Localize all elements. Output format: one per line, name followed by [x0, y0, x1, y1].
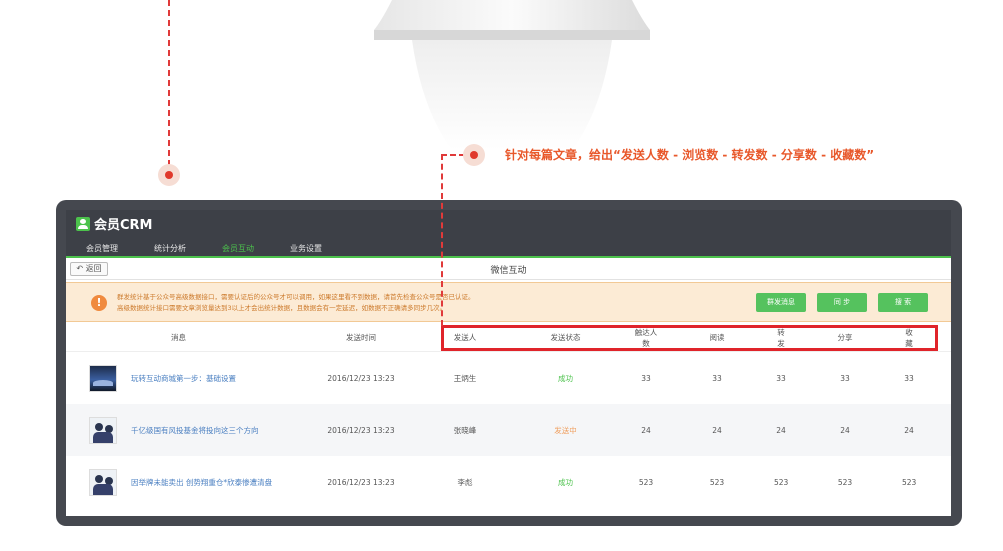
- send-status: 成功: [558, 477, 573, 487]
- message-table: 消息 发送时间 发送人 发送状态 触达人数 阅读 转发 分享 收藏 玩转互动商城…: [66, 324, 951, 508]
- exclamation-icon: !: [91, 295, 107, 311]
- dashed-connector-left: [168, 0, 170, 166]
- read-count: 523: [709, 477, 725, 487]
- app-window: 会员CRM 会员管理 统计分析 会员互动 业务设置 ↶ 返回 微信互动 ! 群发…: [56, 200, 962, 526]
- send-time: 2016/12/23 13:23: [327, 477, 395, 487]
- forward-count: 523: [774, 477, 789, 487]
- mass-send-button[interactable]: 群发消息: [756, 293, 806, 312]
- send-status: 成功: [558, 373, 573, 383]
- article-title-link[interactable]: 因举牌未能卖出 创势翔重仓*欣泰惨遭清盘: [131, 477, 272, 488]
- marker-dot-left: [158, 164, 180, 186]
- sync-button[interactable]: 同 步: [817, 293, 867, 312]
- read-count: 24: [712, 425, 722, 435]
- forward-count: 24: [776, 425, 786, 435]
- share-count: 24: [840, 425, 850, 435]
- callout-annotation: 针对每篇文章，给出“发送人数 - 浏览数 - 转发数 - 分享数 - 收藏数”: [505, 148, 875, 162]
- sender: 李彪: [457, 477, 473, 487]
- member-icon: [76, 217, 90, 231]
- table-row[interactable]: 千亿级国有风投基金将投向这三个方向 2016/12/23 13:23 张晓峰 发…: [66, 404, 951, 456]
- callout-marker-dot: [463, 144, 485, 166]
- favorite-count: 24: [904, 425, 914, 435]
- app-title: 会员CRM: [94, 218, 153, 233]
- article-title-link[interactable]: 玩转互动商城第一步：基础设置: [131, 373, 236, 384]
- toolbar: ↶ 返回 微信互动: [66, 258, 951, 280]
- article-thumbnail: [89, 468, 117, 496]
- favorite-count: 523: [902, 477, 917, 487]
- app-header: 会员CRM 会员管理 统计分析 会员互动 业务设置: [66, 210, 951, 261]
- message-cell: 玩转互动商城第一步：基础设置: [66, 364, 291, 392]
- article-title-link[interactable]: 千亿级国有风投基金将投向这三个方向: [131, 425, 259, 436]
- message-cell: 千亿级国有风投基金将投向这三个方向: [66, 416, 291, 444]
- reach-count: 33: [641, 373, 651, 383]
- share-count: 523: [837, 477, 853, 487]
- callout-connector-vertical: [441, 154, 443, 326]
- col-message: 消息: [171, 333, 186, 342]
- reach-count: 24: [641, 425, 651, 435]
- main-content: ↶ 返回 微信互动 ! 群发统计基于公众号高级数据接口，需要认证后的公众号才可以…: [66, 258, 951, 516]
- send-status: 发送中: [554, 425, 577, 435]
- notice-banner: ! 群发统计基于公众号高级数据接口，需要认证后的公众号才可以调用，如果这里看不到…: [66, 282, 951, 322]
- search-button[interactable]: 搜 索: [878, 293, 928, 312]
- table-row[interactable]: 玩转互动商城第一步：基础设置 2016/12/23 13:23 王炳生 成功 3…: [66, 352, 951, 404]
- sender: 张晓峰: [453, 425, 477, 435]
- notice-text: 群发统计基于公众号高级数据接口，需要认证后的公众号才可以调用，如果这里看不到数据…: [117, 292, 475, 314]
- callout-connector-horizontal: [441, 154, 465, 156]
- read-count: 33: [712, 373, 722, 383]
- send-time: 2016/12/23 13:23: [327, 425, 395, 435]
- share-count: 33: [840, 373, 850, 383]
- page-title: 微信互动: [490, 266, 527, 276]
- reach-count: 523: [638, 477, 654, 487]
- forward-count: 33: [776, 373, 786, 383]
- notice-line-2: 高级数据统计接口需要文章浏览量达到3以上才会出统计数据，且数据会有一定延迟，如数…: [117, 304, 447, 312]
- favorite-count: 33: [904, 373, 914, 383]
- metrics-highlight-box: [441, 325, 938, 351]
- message-cell: 因举牌未能卖出 创势翔重仓*欣泰惨遭清盘: [66, 468, 291, 496]
- notice-line-1: 群发统计基于公众号高级数据接口，需要认证后的公众号才可以调用，如果这里看不到数据…: [117, 293, 475, 301]
- send-time: 2016/12/23 13:23: [327, 373, 395, 383]
- article-thumbnail: [89, 364, 117, 392]
- col-send-time: 发送时间: [346, 333, 376, 342]
- article-thumbnail: [89, 416, 117, 444]
- table-row[interactable]: 因举牌未能卖出 创势翔重仓*欣泰惨遭清盘 2016/12/23 13:23 李彪…: [66, 456, 951, 508]
- sender: 王炳生: [453, 373, 477, 383]
